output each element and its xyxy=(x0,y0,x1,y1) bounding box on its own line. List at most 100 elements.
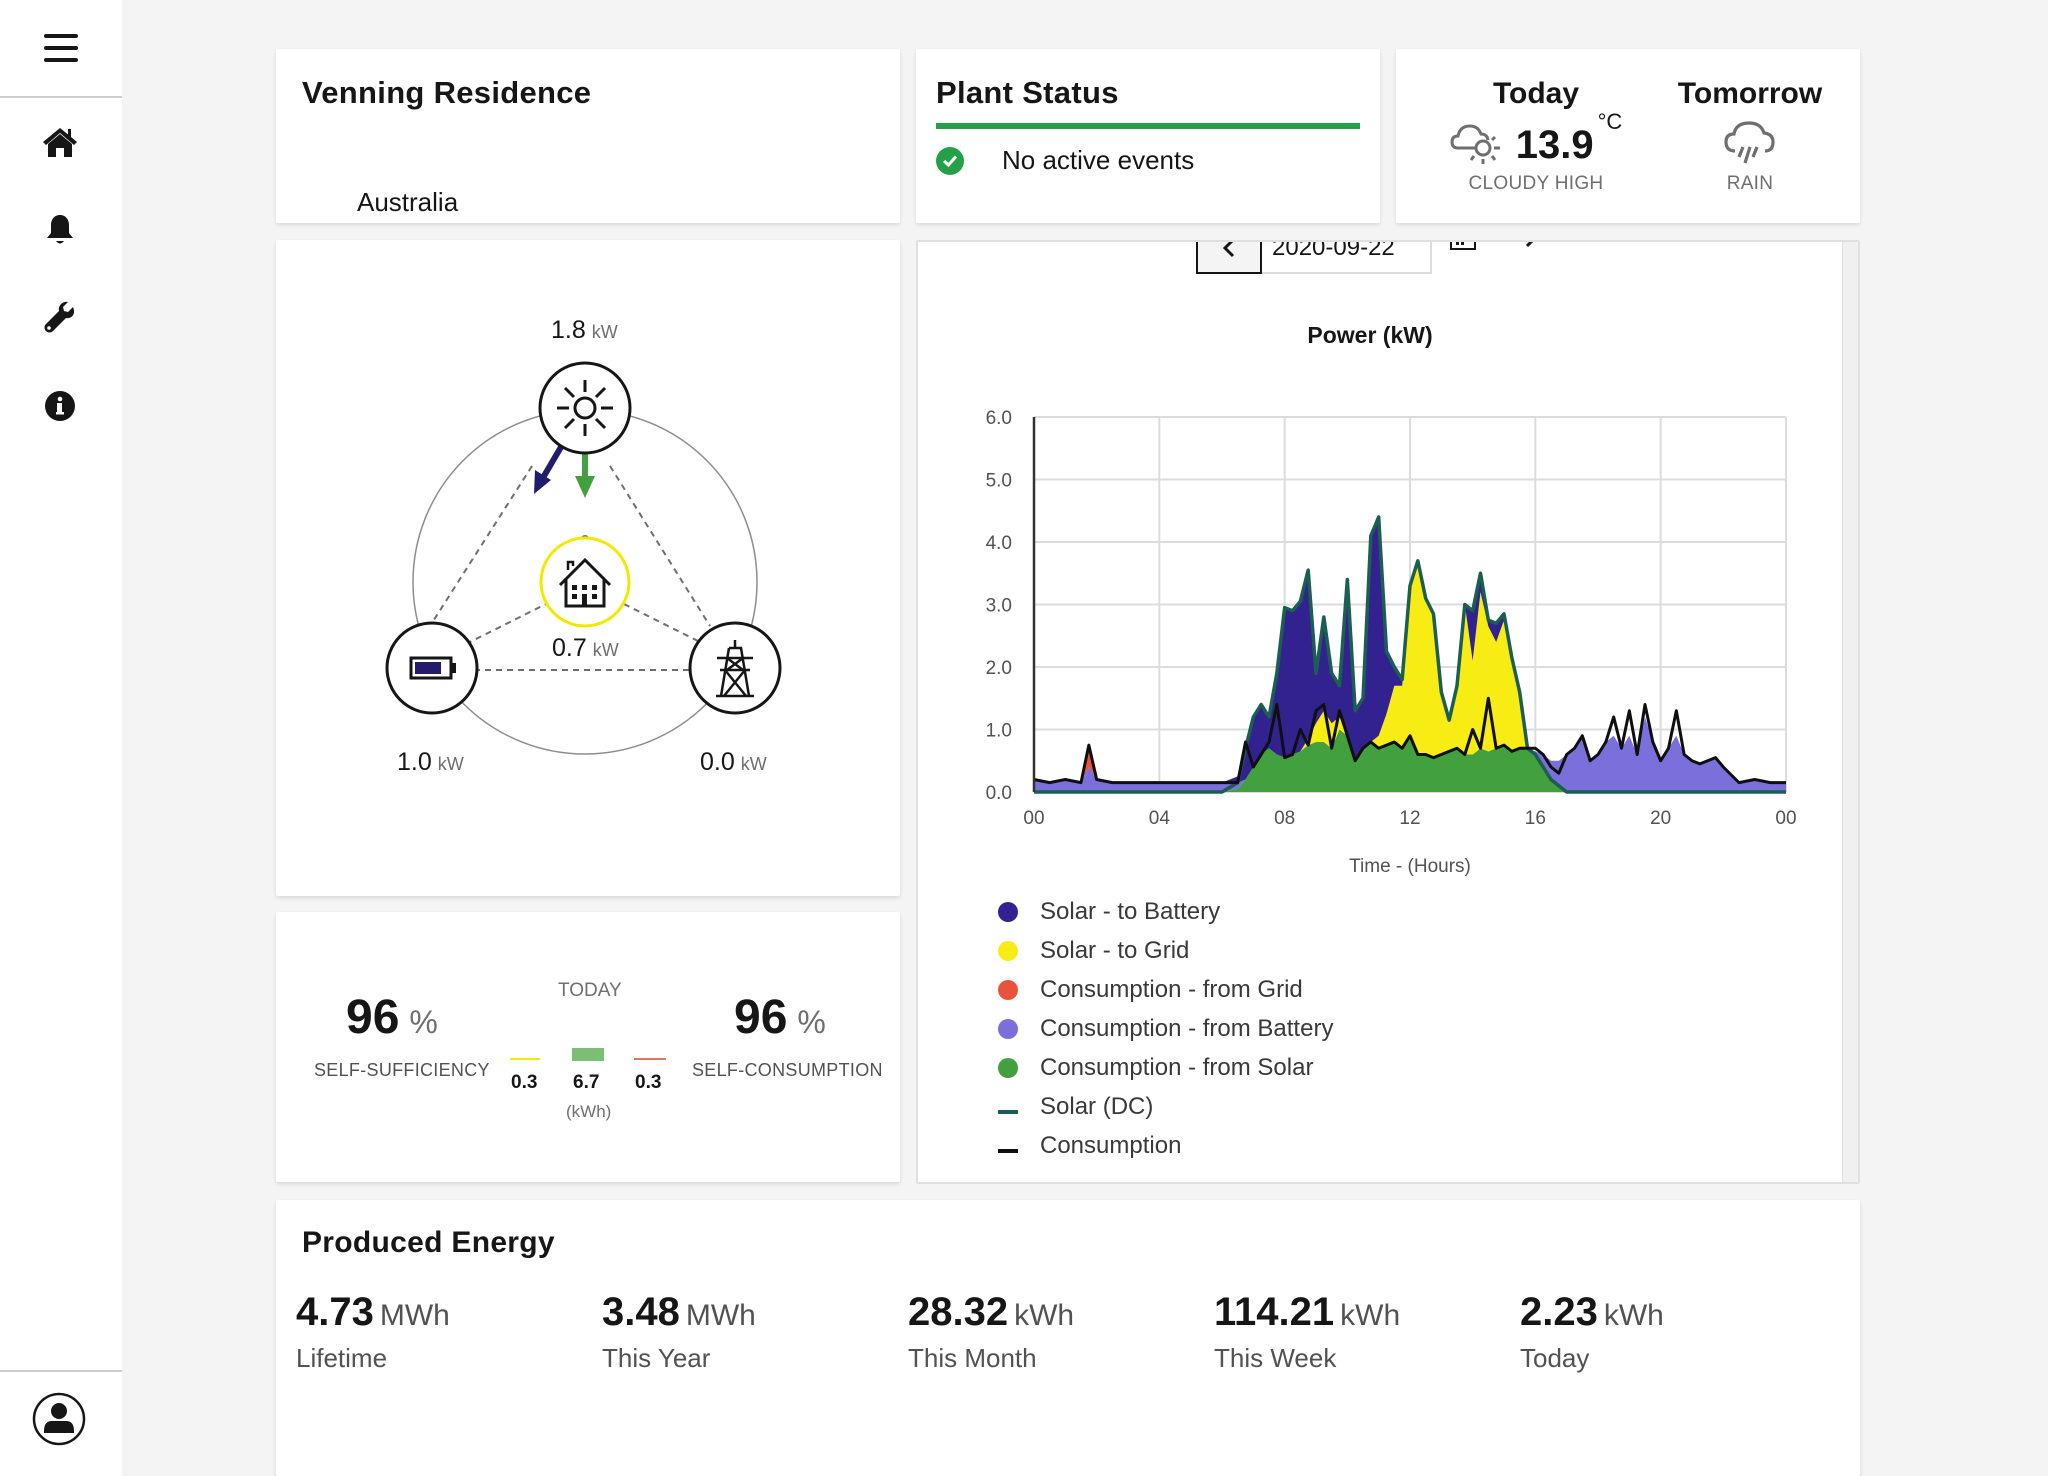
house-node[interactable] xyxy=(539,536,631,628)
solar-node[interactable] xyxy=(538,361,632,455)
legend-item[interactable]: Solar - to Battery xyxy=(998,892,1333,931)
energy-this-week: 114.21 kWh This Week xyxy=(1214,1290,1400,1374)
legend-label: Solar - to Battery xyxy=(1040,897,1221,925)
weather-tomorrow-condition: RAIN xyxy=(1726,173,1774,194)
self-sufficiency-number: 96 xyxy=(346,991,400,1044)
plant-status-card[interactable]: Plant Status No active events xyxy=(916,49,1380,223)
self-sufficiency-value: 96% xyxy=(346,990,438,1045)
legend-dot xyxy=(998,901,1018,922)
y-tick-label: 2.0 xyxy=(986,658,1012,679)
legend-item[interactable]: Consumption xyxy=(998,1126,1333,1165)
legend-item[interactable]: Consumption - from Solar xyxy=(998,1048,1333,1087)
power-flow-card: 1.8 kW 0.7 kW 1.0 kW 0.0 kW xyxy=(276,240,900,896)
kpi-bar-grid-import xyxy=(634,1058,666,1060)
energy-label: This Month xyxy=(908,1343,1037,1373)
y-tick-label: 5.0 xyxy=(986,471,1012,492)
flow-line-battery-house xyxy=(465,603,547,645)
energy-unit: MWh xyxy=(379,1299,450,1332)
arrow-solar-to-battery xyxy=(541,445,564,478)
power-chart-card: Power (kW) 0.01.02.03.04.05.06.000040812… xyxy=(916,240,1860,1184)
info-icon[interactable] xyxy=(40,386,80,426)
chart-scrollbar-track[interactable] xyxy=(1842,242,1858,1182)
status-indicator-bar xyxy=(936,123,1360,129)
energy-label: This Year xyxy=(602,1343,711,1373)
bell-icon[interactable] xyxy=(40,210,80,250)
battery-node[interactable] xyxy=(385,621,479,715)
energy-unit: kWh xyxy=(1340,1299,1401,1332)
kpi-value-grid-import: 0.3 xyxy=(635,1072,662,1093)
flow-line-grid-house xyxy=(623,603,705,645)
wrench-icon[interactable] xyxy=(40,298,80,338)
weather-temperature: 13.9°C xyxy=(1515,109,1623,168)
energy-lifetime: 4.73 MWh Lifetime xyxy=(296,1290,450,1374)
flow-line-solar-battery xyxy=(429,465,533,627)
legend-label: Consumption xyxy=(1040,1131,1182,1159)
energy-value: 3.48 xyxy=(602,1290,680,1334)
x-tick-label: 16 xyxy=(1525,808,1546,829)
energy-unit: MWh xyxy=(685,1299,756,1332)
legend-line-swatch xyxy=(998,1109,1018,1114)
kpi-card: 96% SELF-SUFFICIENCY TODAY 0.3 6.7 0.3 (… xyxy=(276,912,900,1182)
house-power-label: 0.7 kW xyxy=(552,634,619,663)
kpi-value-grid-export: 0.3 xyxy=(511,1072,538,1093)
grid-power-label: 0.0 kW xyxy=(700,748,767,777)
kpi-unit: (kWh) xyxy=(566,1102,612,1121)
house-power-unit: kW xyxy=(592,640,619,660)
status-row: No active events xyxy=(936,145,1194,176)
y-tick-label: 1.0 xyxy=(986,721,1012,742)
battery-power-unit: kW xyxy=(437,754,464,774)
site-country: Australia xyxy=(357,187,459,217)
legend-line-swatch xyxy=(998,1148,1018,1153)
produced-energy-title: Produced Energy xyxy=(302,1226,555,1259)
temperature-unit: °C xyxy=(1597,108,1623,134)
battery-power-value: 1.0 xyxy=(397,748,432,776)
battery-power-label: 1.0 kW xyxy=(397,748,464,777)
grid-power-value: 0.0 xyxy=(700,748,735,776)
energy-this-year: 3.48 MWh This Year xyxy=(602,1290,756,1374)
energy-unit: kWh xyxy=(1603,1299,1664,1332)
legend-item[interactable]: Consumption - from Battery xyxy=(998,1009,1333,1048)
self-sufficiency-label: SELF-SUFFICIENCY xyxy=(314,1060,490,1080)
legend-label: Consumption - from Solar xyxy=(1040,1053,1314,1081)
legend-item[interactable]: Solar (DC) xyxy=(998,1087,1333,1126)
self-sufficiency-unit: % xyxy=(409,1004,438,1040)
legend-label: Consumption - from Grid xyxy=(1040,975,1303,1003)
self-consumption-value: 96% xyxy=(734,990,826,1045)
self-consumption-label: SELF-CONSUMPTION xyxy=(692,1060,883,1080)
temperature-value: 13.9 xyxy=(1515,122,1594,167)
energy-label: Today xyxy=(1520,1343,1590,1373)
energy-value: 114.21 xyxy=(1214,1290,1335,1334)
legend-dot xyxy=(998,1057,1018,1078)
energy-this-month: 28.32 kWh This Month xyxy=(908,1290,1074,1374)
site-card: Venning Residence Australia xyxy=(276,49,900,223)
home-icon[interactable] xyxy=(40,122,80,162)
user-avatar-icon[interactable] xyxy=(32,1392,86,1446)
energy-label: Lifetime xyxy=(296,1343,388,1373)
x-tick-label: 12 xyxy=(1399,808,1420,829)
weather-tomorrow-label: Tomorrow xyxy=(1677,77,1823,110)
x-tick-label: 20 xyxy=(1650,808,1671,829)
x-tick-label: 00 xyxy=(1023,808,1044,829)
legend-item[interactable]: Consumption - from Grid xyxy=(998,970,1333,1009)
house-power-value: 0.7 xyxy=(552,634,587,662)
self-consumption-unit: % xyxy=(797,1004,826,1040)
legend-item[interactable]: Solar - to Grid xyxy=(998,931,1333,970)
energy-unit: kWh xyxy=(1014,1299,1075,1332)
arrowhead-solar-to-house xyxy=(575,476,595,498)
x-axis-label: Time - (Hours) xyxy=(1349,856,1471,877)
weather-card: Today 13.9°C CLOUDY HIGH Tomorrow RAIN xyxy=(1396,49,1860,223)
energy-label: This Week xyxy=(1214,1343,1337,1373)
weather-today: Today 13.9°C CLOUDY HIGH xyxy=(1436,77,1636,195)
x-tick-label: 00 xyxy=(1775,808,1796,829)
legend-label: Solar - to Grid xyxy=(1040,936,1190,964)
grid-node[interactable] xyxy=(688,621,782,715)
solar-power-label: 1.8 kW xyxy=(551,316,618,345)
check-circle-icon xyxy=(936,146,964,175)
kpi-value-self-consumed: 6.7 xyxy=(573,1072,600,1093)
self-consumption-number: 96 xyxy=(734,991,788,1044)
plant-status-title: Plant Status xyxy=(936,75,1119,110)
power-chart: 0.0 1.0 2.0 3.0 4.0 5.0 6.0 00 04 08 12 16 20 00 Time … xyxy=(986,408,1797,877)
y-tick-label: 4.0 xyxy=(986,533,1012,554)
sidebar-divider xyxy=(0,96,122,98)
hamburger-menu-icon[interactable] xyxy=(0,0,122,96)
